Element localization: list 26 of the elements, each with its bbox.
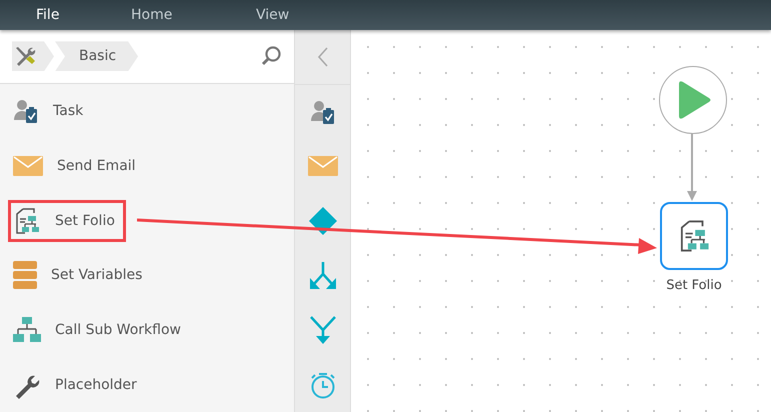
tools-icon bbox=[14, 45, 36, 68]
search-icon[interactable] bbox=[260, 45, 282, 68]
workflow-node[interactable] bbox=[660, 202, 728, 270]
stopwatch-icon bbox=[308, 370, 336, 399]
user-clipboard-icon bbox=[13, 98, 39, 124]
envelope-icon bbox=[13, 156, 43, 176]
menu-item[interactable]: File bbox=[36, 7, 131, 23]
node-label: Set Folio bbox=[665, 278, 723, 293]
breadcrumb[interactable]: Basic bbox=[55, 41, 138, 72]
stack-icon bbox=[13, 261, 37, 290]
menu-item[interactable]: Home bbox=[131, 7, 256, 23]
tools-crumb[interactable] bbox=[12, 41, 54, 72]
merge-arrow-icon bbox=[308, 315, 336, 346]
connector-arrow bbox=[687, 133, 697, 201]
hierarchy-icon bbox=[13, 316, 41, 343]
user-clipboard-icon bbox=[310, 98, 336, 125]
envelope-icon bbox=[308, 156, 338, 176]
toolbox-item[interactable]: Send Email bbox=[8, 148, 147, 183]
split-arrows-icon bbox=[308, 262, 336, 290]
toolbox-item[interactable]: Task bbox=[8, 91, 94, 132]
toolbox-item[interactable]: Set Variables bbox=[8, 254, 154, 296]
toolbox-item[interactable]: Set Folio bbox=[8, 200, 126, 242]
diamond-icon bbox=[308, 206, 338, 236]
toolbox-item[interactable]: Call Sub Workflow bbox=[8, 310, 192, 350]
menu-item[interactable]: View bbox=[256, 7, 376, 23]
toolbox-item[interactable]: Placeholder bbox=[8, 364, 148, 406]
